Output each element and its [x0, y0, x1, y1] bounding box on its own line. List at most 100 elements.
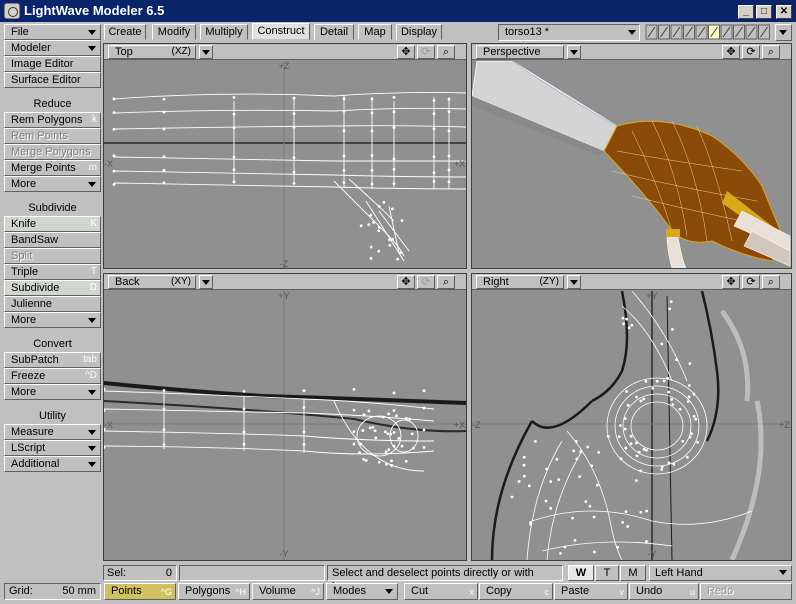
tab-detail[interactable]: Detail [314, 24, 354, 40]
vertex-point [630, 323, 634, 327]
vertex-point [696, 440, 700, 444]
convert-more-menu[interactable]: More [4, 384, 101, 400]
undo-button[interactable]: Undo u [629, 583, 699, 600]
minimize-button[interactable]: _ [738, 5, 754, 19]
paste-button[interactable]: Paste v [554, 583, 628, 600]
viewport-type-select[interactable]: Right (ZY) [476, 275, 564, 289]
modes-menu[interactable]: Modes [326, 583, 398, 600]
merge-points-button[interactable]: Merge Points m [4, 160, 101, 176]
window-title: LightWave Modeler 6.5 [24, 3, 165, 18]
zoom-view-icon[interactable]: ⌕ [437, 45, 455, 59]
viewport-type-select[interactable]: Top (XZ) [108, 45, 196, 59]
cut-button[interactable]: Cut x [404, 583, 478, 600]
tab-create[interactable]: Create [104, 24, 146, 40]
copy-button[interactable]: Copy c [479, 583, 553, 600]
vertex-point [377, 249, 381, 253]
knife-button[interactable]: Knife K [4, 216, 101, 232]
wtm-t-button[interactable]: T [595, 565, 619, 581]
volume-mode-button[interactable]: Volume ^J [252, 583, 324, 600]
subpatch-button[interactable]: SubPatch tab [4, 352, 101, 368]
dropdown-arrow-icon [88, 46, 96, 51]
vertex-point [232, 180, 236, 184]
viewport-type-select[interactable]: Perspective [476, 45, 564, 59]
rotate-view-icon[interactable]: ⟳ [742, 275, 760, 289]
viewport-options-button[interactable] [567, 275, 581, 289]
rem-polygons-button[interactable]: Rem Polygons k [4, 112, 101, 128]
julienne-button[interactable]: Julienne [4, 296, 101, 312]
vertex-point [584, 500, 588, 504]
vertex-point [545, 467, 549, 471]
zoom-view-icon[interactable]: ⌕ [762, 45, 780, 59]
tab-display[interactable]: Display [396, 24, 442, 40]
zoom-view-icon[interactable]: ⌕ [762, 275, 780, 289]
zoom-view-icon[interactable]: ⌕ [437, 275, 455, 289]
file-menu[interactable]: File [4, 24, 101, 40]
triple-button[interactable]: Triple T [4, 264, 101, 280]
lscript-menu[interactable]: LScript [4, 440, 101, 456]
layer-slots[interactable] [645, 24, 773, 41]
modeler-menu[interactable]: Modeler [4, 40, 101, 56]
viewport-right[interactable]: Right (ZY) ✥ ⟳ ⌕ +Y -Y -Z +Z [471, 273, 792, 561]
freeze-button[interactable]: Freeze ^D [4, 368, 101, 384]
move-view-icon[interactable]: ✥ [722, 275, 740, 289]
viewport-options-button[interactable] [199, 45, 213, 59]
move-view-icon[interactable]: ✥ [397, 45, 415, 59]
vertex-point [534, 439, 537, 443]
vertex-point [292, 125, 296, 129]
close-button[interactable]: ✕ [776, 5, 792, 19]
tab-map[interactable]: Map [358, 24, 392, 40]
points-mode-button[interactable]: Points ^G [104, 583, 176, 600]
viewport-canvas[interactable]: +Y -Y -Z +Z [472, 290, 791, 560]
wtm-m-button[interactable]: M [620, 565, 646, 581]
rotate-view-icon[interactable]: ⟳ [742, 45, 760, 59]
grid-size: Grid: 50 mm [4, 583, 101, 600]
subdivide-more-menu[interactable]: More [4, 312, 101, 328]
object-selector[interactable]: torso13 * [498, 24, 640, 41]
viewport-canvas[interactable] [472, 60, 791, 268]
vertex-point [655, 379, 659, 383]
vertex-point [399, 251, 403, 255]
image-editor-button[interactable]: Image Editor [4, 56, 101, 72]
additional-menu[interactable]: Additional [4, 456, 101, 472]
rotate-view-icon: ⟳ [417, 275, 435, 289]
vertex-point [162, 155, 166, 159]
convert-heading: Convert [33, 338, 72, 350]
wtm-w-button[interactable]: W [568, 565, 594, 581]
tab-multiply[interactable]: Multiply [200, 24, 248, 40]
handedness-select[interactable]: Left Hand [649, 565, 792, 581]
viewport-back[interactable]: Back (XY) ✥ ⟳ ⌕ +Y -Y -X +X [103, 273, 467, 561]
vertex-point [389, 459, 393, 463]
move-view-icon[interactable]: ✥ [722, 45, 740, 59]
vertex-point [232, 168, 236, 172]
viewport-canvas[interactable]: +Y -Y -X +X [104, 291, 466, 560]
vertex-point [362, 413, 366, 417]
vertex-point [634, 479, 638, 483]
tab-modify[interactable]: Modify [152, 24, 196, 40]
axis-label: +Z [279, 61, 290, 71]
vertex-point [686, 400, 690, 403]
measure-menu[interactable]: Measure [4, 424, 101, 440]
viewport-header: Top (XZ) ✥ ⟳ ⌕ [104, 44, 466, 60]
vertex-point [623, 427, 627, 431]
viewport-type-select[interactable]: Back (XY) [108, 275, 196, 289]
polygons-mode-button[interactable]: Polygons ^H [178, 583, 250, 600]
viewport-canvas[interactable]: +Z -Z -X +X [104, 61, 466, 268]
surface-editor-button[interactable]: Surface Editor [4, 72, 101, 88]
vertex-point [669, 300, 673, 304]
viewport-options-button[interactable] [199, 275, 213, 289]
reduce-more-menu[interactable]: More [4, 176, 101, 192]
viewport-perspective[interactable]: Perspective ✥ ⟳ ⌕ [471, 43, 792, 269]
app-icon[interactable] [4, 3, 20, 19]
viewport-top[interactable]: Top (XZ) ✥ ⟳ ⌕ +Z -Z -X +X [103, 43, 467, 269]
move-view-icon[interactable]: ✥ [397, 275, 415, 289]
maximize-button[interactable]: □ [756, 5, 772, 19]
tab-construct[interactable]: Construct [252, 23, 310, 40]
vertex-point [242, 430, 246, 434]
layer-menu-button[interactable] [775, 24, 792, 41]
vertex-point [667, 390, 671, 394]
viewport-options-button[interactable] [567, 45, 581, 59]
subdivide-button[interactable]: Subdivide D [4, 280, 101, 296]
vertex-point [364, 459, 368, 462]
vertex-point [392, 409, 396, 412]
bandsaw-button[interactable]: BandSaw [4, 232, 101, 248]
